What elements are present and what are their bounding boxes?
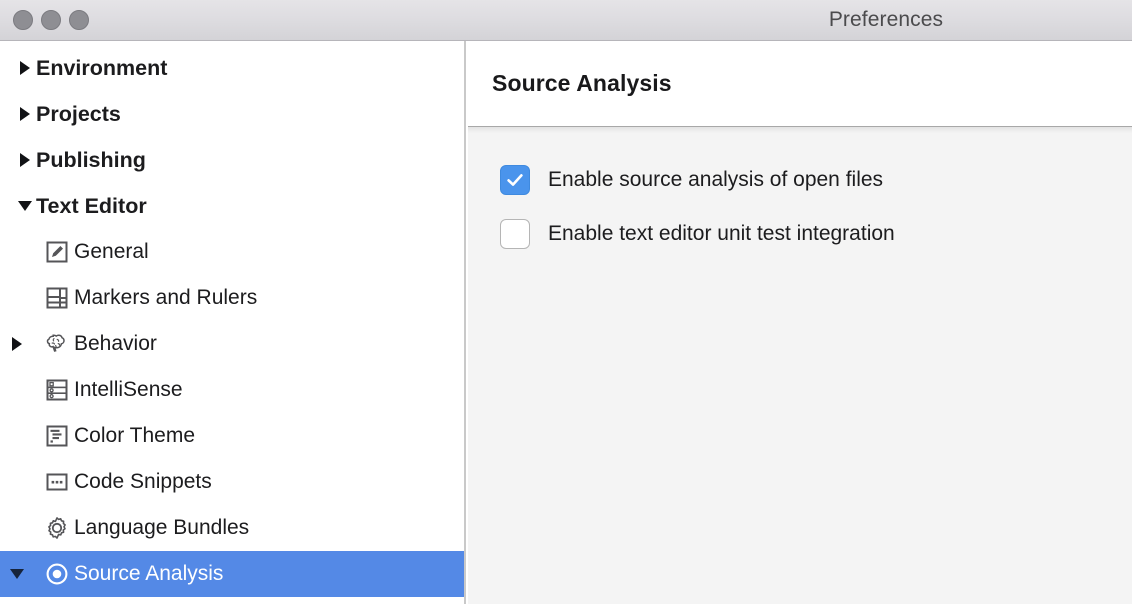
sidebar-item-behavior[interactable]: Behavior	[0, 321, 464, 367]
content-header: Source Analysis	[468, 41, 1132, 127]
page-title: Source Analysis	[492, 70, 672, 96]
sidebar-item-color-theme[interactable]: Color Theme	[0, 413, 464, 459]
option-enable-unit-test-integration[interactable]: Enable text editor unit test integration	[500, 213, 1132, 255]
sidebar-item-label: Behavior	[74, 332, 157, 355]
sidebar-item-code-snippets[interactable]: Code Snippets	[0, 459, 464, 505]
list-rows-icon	[40, 378, 74, 402]
sidebar-item-label: General	[74, 240, 149, 263]
option-enable-source-analysis[interactable]: Enable source analysis of open files	[500, 159, 1132, 201]
option-label: Enable text editor unit test integration	[548, 222, 895, 245]
option-label: Enable source analysis of open files	[548, 168, 884, 191]
sidebar-item-label: IntelliSense	[74, 378, 183, 401]
disclosure-triangle-icon[interactable]	[14, 201, 36, 211]
sidebar-item-text-editor[interactable]: Text Editor	[0, 183, 464, 229]
preferences-window: Preferences Environment Projects Publish…	[0, 0, 1132, 604]
sidebar-item-label: Projects	[36, 101, 121, 126]
sidebar-item-source-analysis[interactable]: Source Analysis	[0, 551, 464, 597]
preferences-tree: Environment Projects Publishing Text Edi…	[0, 41, 464, 597]
sidebar-item-projects[interactable]: Projects	[0, 91, 464, 137]
sidebar-item-label: Code Snippets	[74, 470, 212, 493]
check-icon	[507, 174, 523, 186]
target-radio-icon	[40, 562, 74, 586]
window-title: Preferences	[828, 8, 944, 31]
sidebar-item-label: Text Editor	[36, 193, 147, 218]
brain-icon	[40, 332, 74, 356]
checkbox-enable-unit-test-integration[interactable]	[500, 219, 530, 249]
checkbox-enable-source-analysis[interactable]	[500, 165, 530, 195]
sidebar-item-label: Color Theme	[74, 424, 195, 447]
disclosure-triangle-icon[interactable]	[6, 569, 28, 579]
grid-panes-icon	[40, 286, 74, 310]
sidebar-item-label: Source Analysis	[74, 562, 224, 585]
disclosure-triangle-icon[interactable]	[6, 337, 28, 351]
pencil-box-icon	[40, 240, 74, 264]
title-bar: Preferences	[0, 0, 1132, 41]
options-list: Enable source analysis of open files Ena…	[468, 133, 1132, 255]
sidebar-item-environment[interactable]: Environment	[0, 45, 464, 91]
sidebar-item-general[interactable]: General	[0, 229, 464, 275]
gear-icon	[40, 516, 74, 540]
disclosure-triangle-icon[interactable]	[14, 107, 36, 121]
sidebar-item-label: Language Bundles	[74, 516, 250, 539]
sidebar-item-label: Publishing	[36, 147, 146, 172]
sidebar-item-label: Markers and Rulers	[74, 286, 258, 309]
sidebar-item-intellisense[interactable]: IntelliSense	[0, 367, 464, 413]
preferences-sidebar[interactable]: Environment Projects Publishing Text Edi…	[0, 41, 466, 604]
sidebar-item-markers-and-rulers[interactable]: Markers and Rulers	[0, 275, 464, 321]
code-lines-icon	[40, 424, 74, 448]
sidebar-item-publishing[interactable]: Publishing	[0, 137, 464, 183]
disclosure-triangle-icon[interactable]	[14, 153, 36, 167]
ellipsis-box-icon	[40, 470, 74, 494]
disclosure-triangle-icon[interactable]	[14, 61, 36, 75]
sidebar-item-language-bundles[interactable]: Language Bundles	[0, 505, 464, 551]
sidebar-item-label: Environment	[36, 55, 168, 80]
preferences-content-panel: Source Analysis Enable source analysis o…	[468, 41, 1132, 604]
